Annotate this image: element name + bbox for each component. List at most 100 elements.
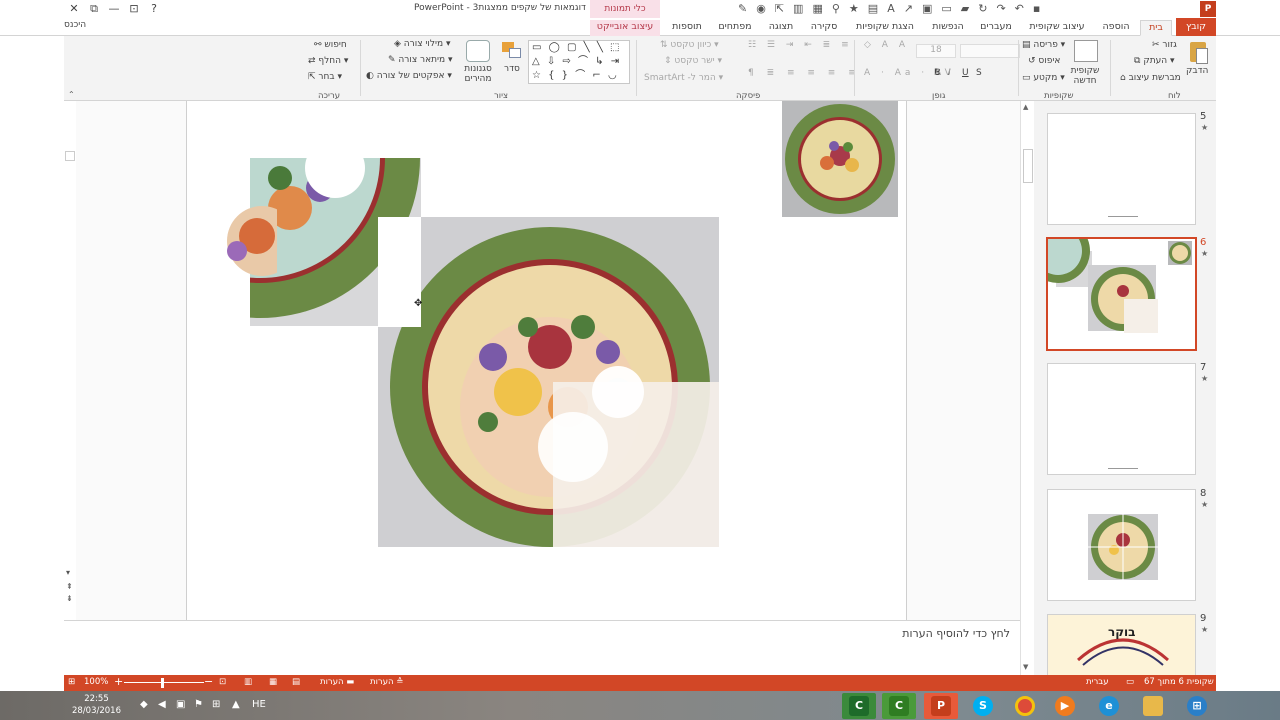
- section-button[interactable]: ▾ מקטע ▭: [1022, 73, 1065, 83]
- taskbar-app-green[interactable]: C: [842, 693, 876, 719]
- replace-button[interactable]: ▾ החלף ⇄: [308, 56, 348, 66]
- tab-view[interactable]: תצוגה: [764, 20, 798, 36]
- table-icon[interactable]: ▦: [812, 2, 822, 16]
- tab-format[interactable]: עיצוב אובייקט: [590, 20, 660, 36]
- font-name-box[interactable]: [960, 44, 1020, 58]
- tab-review[interactable]: סקירה: [806, 20, 842, 36]
- arrange-icon[interactable]: [500, 40, 524, 62]
- notes-placeholder[interactable]: לחץ כדי להוסיף הערות: [902, 627, 1010, 640]
- large-plate-image[interactable]: [378, 217, 719, 547]
- paste-label[interactable]: הדבק: [1186, 66, 1208, 76]
- taskbar-app-media-player[interactable]: ▶: [1048, 693, 1082, 719]
- quick-styles-label[interactable]: סגנונות מהירים: [460, 64, 496, 84]
- select-button[interactable]: ▾ בחר ⇱: [308, 72, 342, 82]
- tab-transitions[interactable]: מעברים: [976, 20, 1016, 36]
- chart-icon[interactable]: ▥: [793, 2, 803, 16]
- small-plate-image[interactable]: [782, 101, 898, 217]
- new-slide-label[interactable]: שקופית חדשה: [1068, 66, 1102, 86]
- camera-icon[interactable]: ◉: [756, 2, 766, 16]
- text-icon[interactable]: A: [887, 2, 895, 16]
- tab-design[interactable]: עיצוב שקופית: [1024, 20, 1090, 36]
- taskbar-app-ie[interactable]: e: [1092, 693, 1126, 719]
- undo-icon[interactable]: ↶: [1015, 2, 1024, 16]
- vertical-scrollbar[interactable]: ▲ ▼: [1020, 101, 1034, 675]
- start-button[interactable]: ⊞: [1180, 693, 1214, 719]
- quick-styles-icon[interactable]: [466, 40, 490, 62]
- slideshow-view-icon[interactable]: ⊡: [219, 677, 226, 687]
- slide-thumbnail-8[interactable]: [1047, 489, 1196, 601]
- paste-icon[interactable]: [1188, 40, 1210, 66]
- arrange-label[interactable]: סדר: [504, 64, 520, 74]
- reset-button[interactable]: איפוס ↺: [1028, 56, 1060, 66]
- help-button[interactable]: ?: [146, 2, 162, 16]
- shape-effects-button[interactable]: ▾ אפקטים של צורה ◐: [366, 71, 452, 81]
- find-button[interactable]: חיפוש ⚯: [314, 40, 347, 50]
- monitor-tray-icon[interactable]: ▣: [176, 699, 185, 710]
- slide-sorter-icon[interactable]: ▦: [269, 677, 277, 687]
- tab-addins[interactable]: תוספות: [668, 20, 706, 36]
- pen-icon[interactable]: ✎: [738, 2, 747, 16]
- network-icon[interactable]: ◆: [140, 699, 148, 710]
- tab-home[interactable]: בית: [1140, 20, 1172, 36]
- input-language[interactable]: HE: [252, 699, 266, 710]
- font-size-buttons[interactable]: A A ◇: [864, 40, 909, 50]
- taskbar-app-camtasia[interactable]: C: [882, 693, 916, 719]
- shape-fill-button[interactable]: ▾ מילוי צורה ◈: [394, 39, 451, 49]
- scroll-up-icon[interactable]: ▲: [1023, 103, 1028, 111]
- tab-file[interactable]: קובץ: [1176, 18, 1216, 36]
- copy-button[interactable]: ▾ העתק ⧉: [1134, 56, 1175, 66]
- arrow-icon[interactable]: ↗: [904, 2, 913, 16]
- scroll-down-icon[interactable]: ▼: [1023, 663, 1028, 671]
- show-hidden-icons[interactable]: ▲: [232, 699, 240, 710]
- format-painter-button[interactable]: מברשת עיצוב ⌂: [1120, 73, 1181, 83]
- save-icon[interactable]: ▪: [1033, 2, 1040, 16]
- font-color-buttons[interactable]: A · Aa · AV: [864, 68, 955, 78]
- new-slide-icon[interactable]: [1074, 40, 1098, 62]
- text-direction-button[interactable]: ▾ כיוון טקסט ⇅: [660, 40, 719, 50]
- taskbar-clock[interactable]: 22:55 28/03/2016: [72, 693, 121, 717]
- sign-in-link[interactable]: היכנס: [64, 20, 86, 30]
- taskbar-app-skype[interactable]: S: [966, 693, 1000, 719]
- slide-thumbnail-7[interactable]: [1047, 363, 1196, 475]
- volume-icon[interactable]: ◀: [158, 699, 166, 710]
- picture-icon[interactable]: ▣: [922, 2, 932, 16]
- layout-button[interactable]: ▾ פריסה ▤: [1022, 40, 1065, 50]
- powerpoint-app-icon[interactable]: P: [1200, 1, 1216, 17]
- tab-animations[interactable]: הנפשות: [926, 20, 970, 36]
- folder-icon[interactable]: ▰: [961, 2, 969, 16]
- slide-thumbnail-9[interactable]: בוקר: [1047, 614, 1196, 675]
- tab-slideshow[interactable]: הצגת שקופיות: [850, 20, 920, 36]
- cursor-icon[interactable]: ⇱: [775, 2, 784, 16]
- comments-button[interactable]: הערות ▬: [320, 677, 354, 687]
- alignment-buttons[interactable]: ≡ ≡ ≡ ≡ ≣ ¶: [748, 68, 861, 78]
- scroll-down-small-icon[interactable]: ▾: [66, 568, 70, 577]
- brush-icon[interactable]: ⚲: [832, 2, 840, 16]
- slide[interactable]: ✥: [186, 101, 907, 620]
- close-button[interactable]: ✕: [66, 2, 82, 16]
- collapse-ribbon-icon[interactable]: ⌃: [68, 90, 75, 99]
- notes-pane[interactable]: לחץ כדי להוסיף הערות: [64, 620, 1020, 675]
- list-buttons[interactable]: ≡ ≣ ⇤ ⇥ ☰ ☷: [748, 40, 853, 50]
- windows-tray-icon[interactable]: ⊞: [212, 699, 220, 710]
- notes-button[interactable]: הערות ≙: [370, 677, 403, 687]
- redo-icon[interactable]: ↷: [996, 2, 1005, 16]
- shape-outline-button[interactable]: ▾ מיתאר צורה ✎: [388, 55, 453, 65]
- align-text-button[interactable]: ▾ ישר טקסט ⇕: [664, 56, 722, 66]
- monitor-icon[interactable]: ▭: [941, 2, 951, 16]
- smartart-button[interactable]: ▾ המר ל- SmartArt: [644, 73, 723, 83]
- spelling-icon[interactable]: ▭: [1126, 677, 1134, 687]
- ruler-marker[interactable]: [65, 151, 75, 161]
- minimize-button[interactable]: —: [106, 2, 122, 16]
- zoom-in-button[interactable]: +: [114, 675, 123, 688]
- underline-button[interactable]: U: [962, 68, 969, 78]
- star-icon[interactable]: ★: [849, 2, 859, 16]
- ribbon-display-options-button[interactable]: ⊡: [126, 2, 142, 16]
- shapes-gallery[interactable]: ▭ ◯ ▢ ╲ ╲ ⬚ △ ⇩ ⇨ ⌒ ↳ ⇥ ☆ { } ⌒ ⌐ ◡: [528, 40, 630, 84]
- zoom-out-button[interactable]: −: [204, 675, 213, 688]
- fit-slide-icon[interactable]: ⊞: [68, 677, 75, 687]
- flag-icon[interactable]: ⚑: [194, 699, 203, 710]
- reading-view-icon[interactable]: ▥: [244, 677, 252, 687]
- cut-button[interactable]: גזור ✂: [1152, 40, 1177, 50]
- tab-insert[interactable]: הוספה: [1096, 20, 1136, 36]
- taskbar-app-explorer[interactable]: [1136, 693, 1170, 719]
